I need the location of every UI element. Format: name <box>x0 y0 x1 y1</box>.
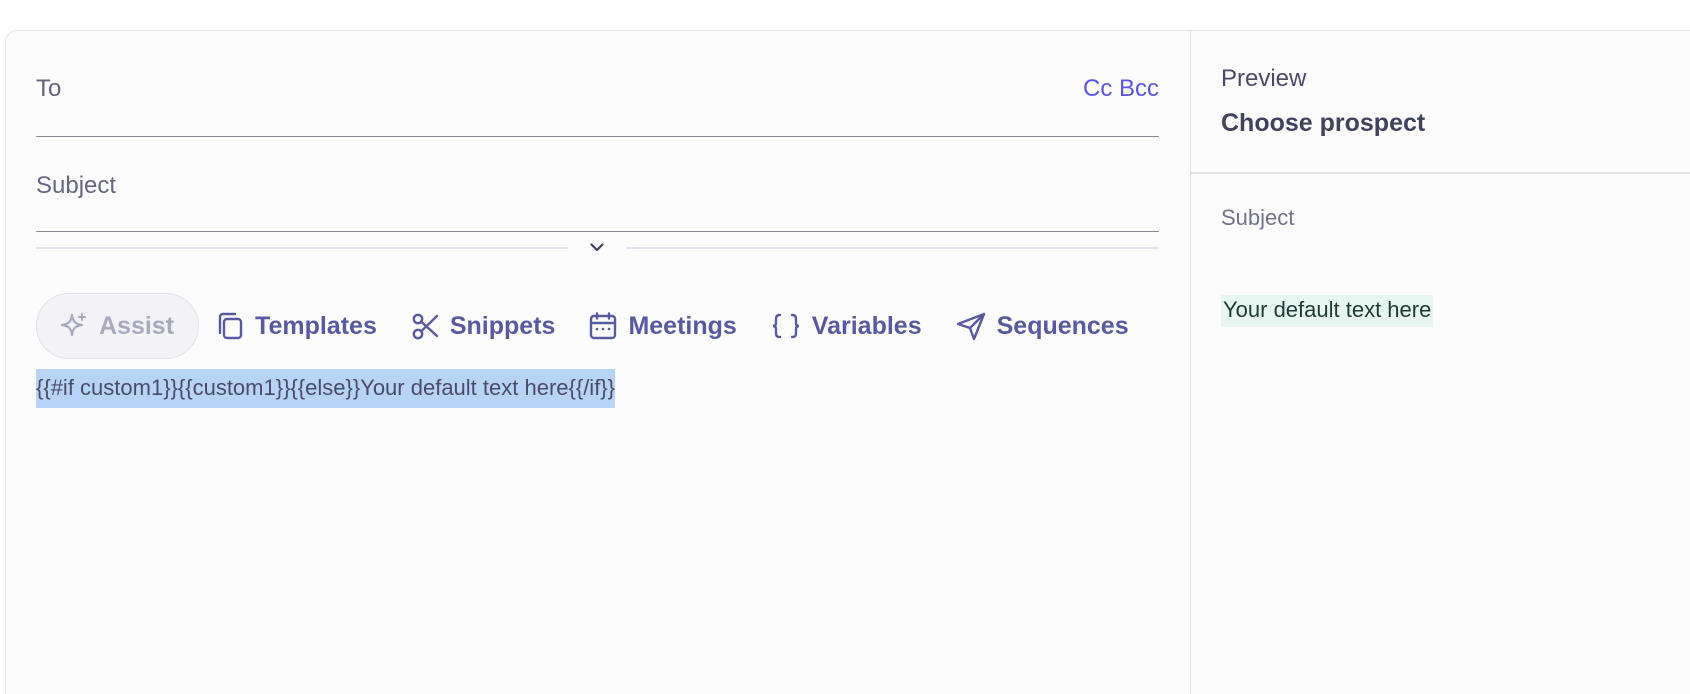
meetings-label: Meetings <box>628 311 737 340</box>
send-icon <box>956 312 985 341</box>
sparkle-icon <box>60 313 86 337</box>
calendar-icon <box>590 312 617 340</box>
copy-icon <box>218 312 243 340</box>
subject-field[interactable]: Subject <box>36 137 1159 232</box>
preview-pane: Preview Choose prospect Subject Your def… <box>1190 31 1690 694</box>
divider-left <box>36 247 568 249</box>
preview-title: Preview <box>1221 65 1307 92</box>
braces-icon <box>772 313 799 339</box>
preview-divider <box>1191 172 1690 174</box>
preview-body-text: Your default text here <box>1221 295 1434 327</box>
email-body-editor[interactable]: {{#if custom1}}{{custom1}}{{else}}Your d… <box>36 369 616 408</box>
email-composer-card: To Cc Bcc Subject Assist Templates Snipp… <box>5 30 1690 694</box>
scissors-icon <box>412 313 439 340</box>
editor-toolbar: Assist Templates Snippets Meetings Varia… <box>36 292 1129 360</box>
composer-pane: To Cc Bcc Subject Assist Templates Snipp… <box>6 31 1190 694</box>
assist-button[interactable]: Assist <box>36 293 200 359</box>
sequences-button[interactable]: Sequences <box>955 311 1129 341</box>
choose-prospect-button[interactable]: Choose prospect <box>1221 109 1425 138</box>
to-field[interactable]: To Cc Bcc <box>36 31 1159 137</box>
subject-label: Subject <box>36 172 117 199</box>
variables-label: Variables <box>811 311 922 340</box>
sequences-label: Sequences <box>996 311 1129 340</box>
divider-right <box>626 247 1159 249</box>
meetings-button[interactable]: Meetings <box>588 311 737 341</box>
templates-label: Templates <box>255 311 377 340</box>
selected-body-text[interactable]: {{#if custom1}}{{custom1}}{{else}}Your d… <box>36 369 616 408</box>
collapse-toggle[interactable] <box>586 237 608 257</box>
assist-label: Assist <box>99 311 175 340</box>
preview-subject-label: Subject <box>1221 205 1295 230</box>
to-label: To <box>36 75 62 102</box>
snippets-button[interactable]: Snippets <box>410 311 556 341</box>
templates-button[interactable]: Templates <box>215 311 377 341</box>
chevron-down-icon <box>590 242 604 251</box>
snippets-label: Snippets <box>449 311 556 340</box>
variables-button[interactable]: Variables <box>770 311 922 341</box>
cc-bcc-link[interactable]: Cc Bcc <box>1083 75 1159 103</box>
